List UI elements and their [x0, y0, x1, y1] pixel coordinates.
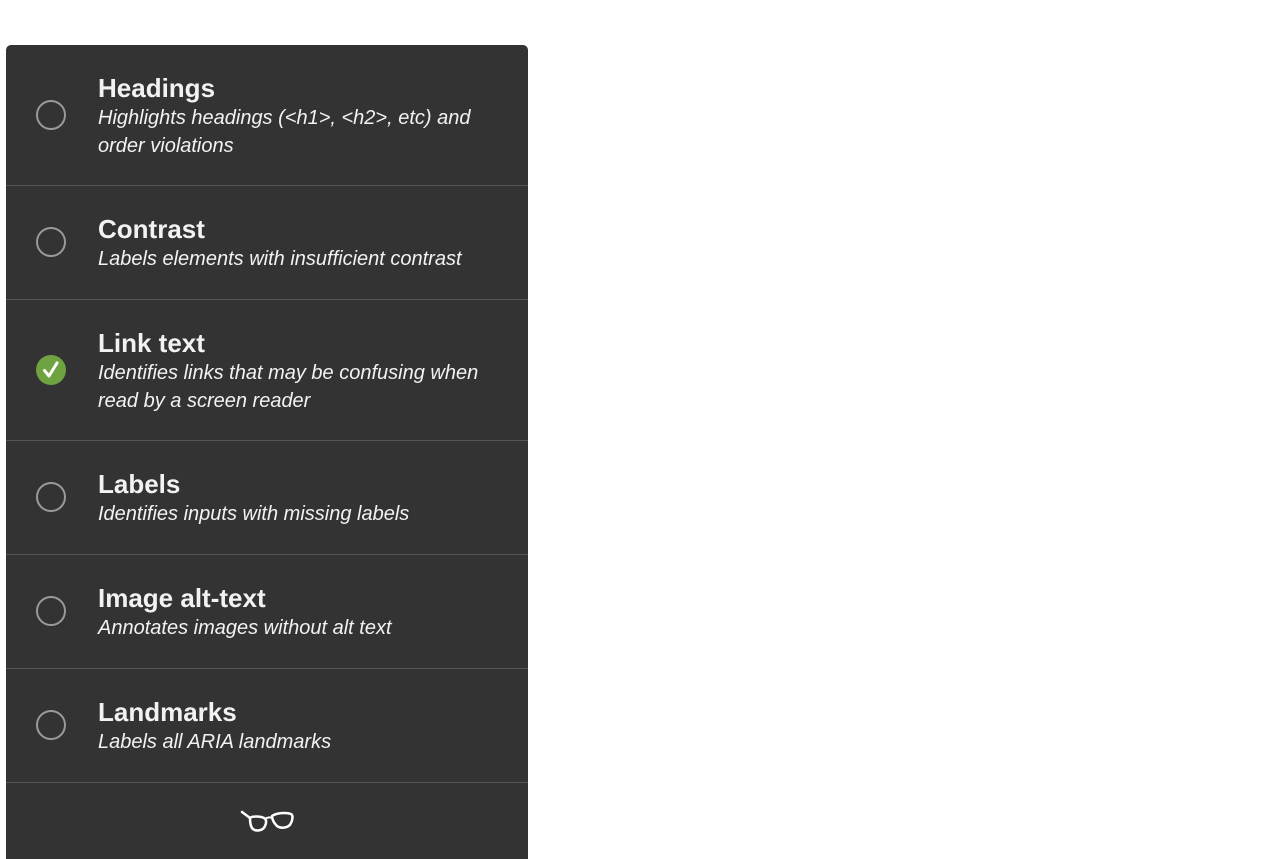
plugin-title: Headings — [98, 73, 216, 103]
plugin-text: Headings Highlights headings (<h1>, <h2>… — [98, 73, 512, 160]
plugin-item-landmarks[interactable]: Landmarks Labels all ARIA landmarks — [6, 669, 528, 783]
radio-unchecked-icon[interactable] — [36, 596, 66, 626]
radio-unchecked-icon[interactable] — [36, 227, 66, 257]
plugin-description: Identifies links that may be confusing w… — [98, 362, 479, 412]
plugin-description: Labels all ARIA landmarks — [98, 731, 332, 753]
plugin-description: Annotates images without alt text — [98, 617, 392, 639]
plugin-text: Labels Identifies inputs with missing la… — [98, 469, 512, 528]
plugin-item-labels[interactable]: Labels Identifies inputs with missing la… — [6, 441, 528, 555]
plugin-text: Image alt-text Annotates images without … — [98, 583, 512, 642]
plugin-title: Landmarks — [98, 697, 237, 727]
plugin-description: Identifies inputs with missing labels — [98, 503, 410, 525]
plugin-description: Labels elements with insufficient contra… — [98, 248, 462, 270]
panel-footer — [6, 783, 528, 859]
plugin-panel: Headings Highlights headings (<h1>, <h2>… — [6, 45, 528, 859]
plugin-text: Link text Identifies links that may be c… — [98, 328, 512, 415]
plugin-text: Landmarks Labels all ARIA landmarks — [98, 697, 512, 756]
plugin-item-headings[interactable]: Headings Highlights headings (<h1>, <h2>… — [6, 45, 528, 186]
radio-unchecked-icon[interactable] — [36, 710, 66, 740]
plugin-title: Labels — [98, 469, 181, 499]
plugin-description: Highlights headings (<h1>, <h2>, etc) an… — [98, 107, 471, 157]
plugin-title: Image alt-text — [98, 583, 266, 613]
plugin-title: Contrast — [98, 214, 205, 244]
radio-unchecked-icon[interactable] — [36, 482, 66, 512]
plugin-item-image-alt-text[interactable]: Image alt-text Annotates images without … — [6, 555, 528, 669]
plugin-item-contrast[interactable]: Contrast Labels elements with insufficie… — [6, 186, 528, 300]
glasses-icon[interactable] — [240, 809, 294, 835]
radio-unchecked-icon[interactable] — [36, 100, 66, 130]
plugin-text: Contrast Labels elements with insufficie… — [98, 214, 512, 273]
plugin-title: Link text — [98, 328, 205, 358]
checkmark-icon — [43, 361, 59, 378]
plugin-item-link-text[interactable]: Link text Identifies links that may be c… — [6, 300, 528, 441]
radio-checked-icon[interactable] — [36, 355, 66, 385]
